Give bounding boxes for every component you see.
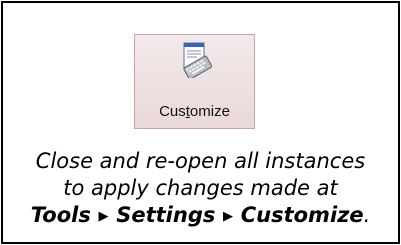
chevron-right-icon: ▶ xyxy=(98,209,109,224)
customize-button-label: Customize xyxy=(159,103,230,120)
message-line-1: Close and re-open all instances xyxy=(35,149,366,173)
notice-panel: Customize Close and re-open all instance… xyxy=(1,1,400,244)
end-punctuation: . xyxy=(363,203,371,227)
keyboard-document-icon xyxy=(179,42,213,80)
restart-instructions: Close and re-open all instances to apply… xyxy=(3,148,398,230)
chevron-right-icon: ▶ xyxy=(223,209,234,224)
customize-button[interactable]: Customize xyxy=(134,34,255,129)
message-line-2: to apply changes made at xyxy=(63,176,338,200)
settings-path: Tools ▶ Settings ▶ Customize. xyxy=(3,202,398,230)
path-customize: Customize xyxy=(240,203,364,227)
path-tools: Tools xyxy=(30,203,91,227)
path-settings: Settings xyxy=(116,203,216,227)
